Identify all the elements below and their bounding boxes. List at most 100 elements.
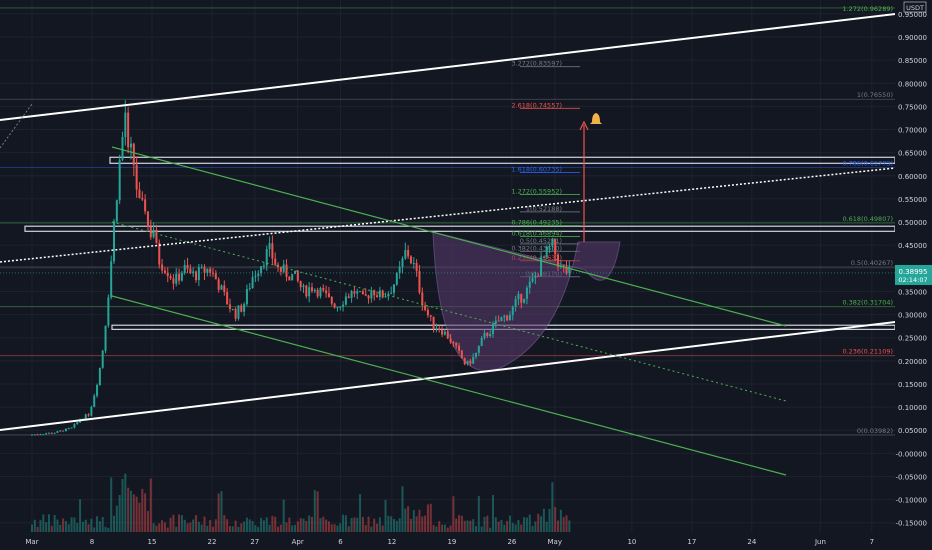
volume-bar <box>344 515 347 532</box>
candle-body <box>401 258 404 267</box>
candle-body <box>376 295 379 298</box>
time-axis[interactable]: Mar 8 15 22 27 Apr 6 12 19 26 May 10 17 24 Jun 7 <box>0 532 932 550</box>
candle-body <box>64 428 67 432</box>
volume-bar <box>525 517 528 532</box>
volume-bar <box>180 515 183 532</box>
candle-body <box>70 427 73 429</box>
candle-body <box>489 333 492 337</box>
candle-body <box>214 273 217 280</box>
volume-bar <box>98 521 101 532</box>
candle-body <box>531 277 534 282</box>
candle-body <box>333 303 336 308</box>
candle-body <box>429 315 432 317</box>
candle-body <box>279 267 282 272</box>
volume-bar <box>285 522 288 532</box>
candle-body <box>477 345 480 353</box>
volume-bar <box>469 520 472 532</box>
candle-body <box>262 265 265 267</box>
volume-bar <box>257 527 260 532</box>
volume-bar <box>325 519 328 532</box>
volume-bar <box>429 503 432 532</box>
volume-bar <box>477 496 480 532</box>
price-tick-label: 0.85000 <box>898 57 927 65</box>
volume-bar <box>158 523 161 532</box>
volume-bar <box>551 482 554 532</box>
volume-bar <box>364 525 367 532</box>
volume-bar <box>432 525 435 532</box>
volume-bar <box>421 516 424 532</box>
volume-bar <box>113 515 116 532</box>
candle-body <box>458 345 461 351</box>
candle-body <box>172 278 175 284</box>
candle-body <box>452 342 455 344</box>
candle-body <box>554 238 557 255</box>
candle-body <box>285 264 288 277</box>
volume-bar <box>240 523 243 532</box>
candle-body <box>248 288 251 290</box>
volume-bar <box>353 517 356 532</box>
candle-body <box>313 289 316 292</box>
time-tick-label: 6 <box>338 538 343 546</box>
candle-body <box>299 280 302 288</box>
candle-body <box>118 159 121 201</box>
time-tick-label: 22 <box>208 538 217 546</box>
volume-bar <box>186 523 189 532</box>
volume-bar <box>503 524 506 532</box>
candle-body <box>115 200 118 222</box>
candle-body <box>127 112 130 148</box>
volume-bar <box>220 491 223 532</box>
price-tick-label: 0.75000 <box>898 103 927 111</box>
candle-body <box>178 273 181 281</box>
volume-bar <box>251 521 254 532</box>
volume-bar <box>367 516 370 532</box>
volume-bar <box>67 524 70 532</box>
volume-bar <box>211 526 214 532</box>
candle-body <box>418 271 421 293</box>
volume-bar <box>531 525 534 532</box>
volume-bar <box>214 519 217 532</box>
volume-bar <box>226 519 229 532</box>
candle-body <box>53 432 56 434</box>
countdown-label: 02:14:07 <box>898 276 927 284</box>
candle-body <box>101 350 104 368</box>
candle-body <box>432 316 435 329</box>
candle-body <box>494 320 497 324</box>
volume-bar <box>342 514 345 532</box>
price-chart[interactable]: 3.272(0.83597) 2.618(0.74557) 1.618(0.6073… <box>0 0 932 550</box>
candle-body <box>113 221 116 262</box>
candle-body <box>327 293 330 297</box>
candle-body <box>237 305 240 319</box>
volume-bar <box>537 513 540 532</box>
volume-bar <box>302 518 305 532</box>
volume-bar <box>418 509 421 532</box>
candle-body <box>220 285 223 290</box>
candle-body <box>200 266 203 268</box>
volume-bar <box>460 515 463 532</box>
candle-body <box>47 432 50 434</box>
volume-bar <box>319 518 322 532</box>
volume-bar <box>316 491 319 532</box>
volume-bar <box>175 526 178 532</box>
candle-body <box>206 268 209 273</box>
candle-body <box>231 308 234 310</box>
price-tick-label: 0.25000 <box>898 335 927 343</box>
price-tick-label: -0.00000 <box>896 450 927 458</box>
price-tick-label: 0.10000 <box>898 404 927 412</box>
volume-bar <box>528 514 531 532</box>
volume-bar <box>56 519 59 532</box>
candle-body <box>551 238 554 247</box>
volume-bar <box>548 508 551 532</box>
candle-body <box>291 273 294 281</box>
candle-body <box>421 292 424 306</box>
volume-bar <box>395 520 398 532</box>
candle-body <box>506 315 509 321</box>
volume-bar <box>356 517 359 532</box>
volume-bar <box>350 518 353 532</box>
price-tick-label: 0.70000 <box>898 127 927 135</box>
volume-bar <box>565 515 568 532</box>
volume-bar <box>59 524 62 532</box>
volume-bar <box>568 520 571 532</box>
price-tick-label: 0.65000 <box>898 150 927 158</box>
candle-body <box>203 266 206 273</box>
volume-bar <box>361 516 364 532</box>
